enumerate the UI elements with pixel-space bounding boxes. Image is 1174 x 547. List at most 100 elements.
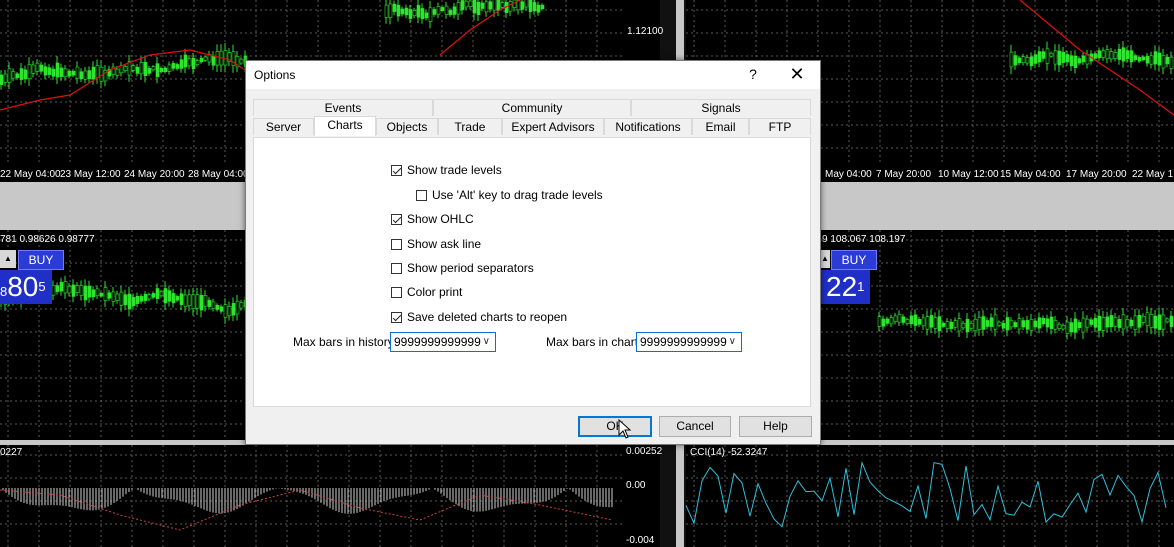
- candle-body: [183, 294, 188, 307]
- candle-body: [1033, 54, 1038, 64]
- tab-notifications[interactable]: Notifications: [604, 118, 692, 135]
- candle-body: [1165, 56, 1170, 65]
- candle-body: [1109, 51, 1114, 60]
- tab-trade[interactable]: Trade: [438, 118, 502, 135]
- candle-body: [937, 316, 942, 332]
- buy-button[interactable]: BUY: [831, 250, 877, 270]
- candle-body: [1137, 314, 1142, 328]
- candle-body: [1009, 320, 1014, 328]
- use-alt-key-checkbox[interactable]: Use 'Alt' key to drag trade levels: [416, 187, 603, 203]
- buy-button[interactable]: BUY: [18, 250, 64, 270]
- candle-body: [155, 288, 160, 299]
- help-button[interactable]: Help: [739, 416, 812, 437]
- tab-objects[interactable]: Objects: [376, 118, 438, 135]
- checkbox-box: [391, 311, 402, 323]
- expand-arrow-icon[interactable]: ▲: [0, 250, 16, 268]
- indicator-label: 0227: [0, 447, 23, 458]
- tab-charts[interactable]: Charts: [314, 116, 376, 136]
- candle-body: [1157, 314, 1162, 330]
- candle-body: [933, 317, 938, 329]
- candle-body: [119, 291, 124, 306]
- candle-body: [151, 66, 156, 71]
- tab-ftp[interactable]: FTP: [749, 118, 811, 135]
- candle-body: [1141, 56, 1146, 61]
- cci-line: [685, 460, 1167, 528]
- candle-body: [897, 313, 902, 323]
- close-icon[interactable]: ✕: [788, 64, 806, 85]
- candle-body: [191, 57, 196, 70]
- candle-body: [31, 64, 36, 74]
- max-bars-history-select[interactable]: 9999999999999 ∨: [390, 332, 496, 352]
- buy-price[interactable]: 8805: [0, 270, 52, 304]
- select-value: 9999999999999: [394, 335, 481, 349]
- candle-body: [203, 56, 208, 61]
- candle-body: [420, 8, 425, 19]
- candle-body: [1145, 56, 1150, 64]
- candle-body: [23, 69, 28, 80]
- show-trade-levels-checkbox[interactable]: Show trade levels: [391, 162, 502, 178]
- candle-body: [905, 319, 910, 324]
- ok-button[interactable]: OK: [578, 416, 652, 437]
- candle-body: [1121, 314, 1126, 330]
- candle-body: [75, 66, 80, 79]
- checkbox-box: [391, 286, 402, 298]
- candle-body: [1061, 51, 1066, 63]
- candle-body: [1117, 319, 1122, 328]
- dialog-titlebar[interactable]: Options ? ✕: [246, 61, 820, 89]
- candle-body: [1065, 54, 1070, 63]
- candle-body: [1081, 317, 1086, 333]
- candle-body: [19, 68, 24, 80]
- save-deleted-charts-checkbox[interactable]: Save deleted charts to reopen: [391, 309, 567, 325]
- color-print-checkbox[interactable]: Color print: [391, 284, 462, 300]
- candle-body: [921, 317, 926, 327]
- candle-body: [404, 7, 409, 16]
- tab-server[interactable]: Server: [253, 118, 314, 135]
- max-bars-history-label: Max bars in history:: [293, 335, 398, 349]
- candle-body: [59, 67, 64, 77]
- tab-expert-advisors[interactable]: Expert Advisors: [502, 118, 604, 135]
- price-axis-label: -0.004: [626, 535, 655, 546]
- candle-body: [1053, 50, 1058, 65]
- candle-body: [997, 321, 1002, 326]
- tab-email[interactable]: Email: [692, 118, 749, 135]
- candle-body: [1057, 50, 1062, 66]
- expand-arrow-icon[interactable]: ▲: [820, 250, 830, 268]
- tab-signals[interactable]: Signals: [631, 99, 811, 116]
- candle-body: [917, 319, 922, 325]
- cancel-button[interactable]: Cancel: [659, 416, 731, 437]
- show-ask-line-checkbox[interactable]: Show ask line: [391, 236, 481, 252]
- candle-body: [1153, 51, 1158, 65]
- candle-body: [3, 73, 8, 83]
- checkbox-label: Use 'Alt' key to drag trade levels: [432, 188, 603, 202]
- candle-body: [83, 285, 88, 301]
- candle-body: [59, 281, 64, 292]
- candle-body: [123, 66, 128, 72]
- max-bars-chart-select[interactable]: 9999999999999 ∨: [636, 332, 742, 352]
- candle-body: [1037, 51, 1042, 63]
- candle-body: [115, 293, 120, 301]
- candle-body: [1093, 53, 1098, 59]
- buy-price[interactable]: 221: [820, 270, 871, 304]
- candle-body: [1113, 317, 1118, 327]
- candle-body: [484, 1, 489, 13]
- tab-community[interactable]: Community: [433, 99, 631, 116]
- help-icon[interactable]: ?: [746, 66, 760, 82]
- candle-body: [239, 302, 244, 309]
- candle-body: [215, 305, 220, 310]
- candle-body: [175, 296, 180, 301]
- checkbox-label: Show OHLC: [407, 212, 474, 226]
- candle-body: [1013, 322, 1018, 328]
- candle-body: [1141, 315, 1146, 323]
- tab-events[interactable]: Events: [253, 99, 433, 116]
- show-period-separators-checkbox[interactable]: Show period separators: [391, 260, 534, 276]
- candle-body: [147, 68, 152, 74]
- price-big-digits: 80: [7, 271, 39, 302]
- price-big-digits: 22: [826, 271, 858, 302]
- candle-body: [1021, 320, 1026, 328]
- price-pip-digit: 1: [857, 279, 865, 294]
- candle-body: [1041, 317, 1046, 325]
- candle-body: [1073, 55, 1078, 68]
- time-axis-label: 17 May 20:00: [1066, 169, 1127, 180]
- show-ohlc-checkbox[interactable]: Show OHLC: [391, 211, 474, 227]
- candle-body: [408, 9, 413, 19]
